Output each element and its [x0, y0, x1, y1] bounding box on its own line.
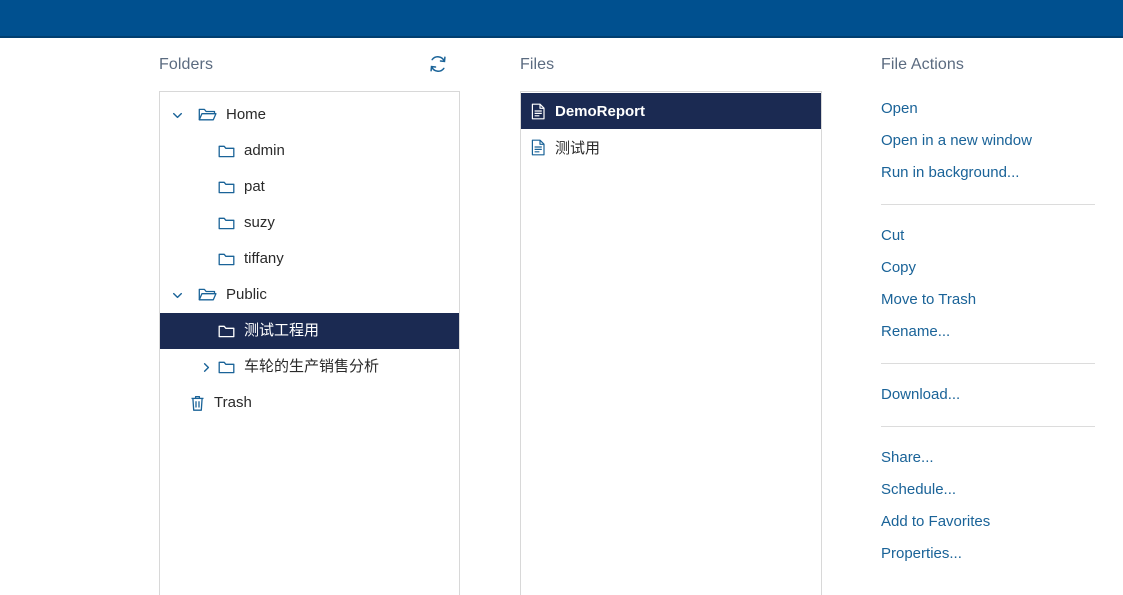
- folder-icon: [218, 324, 235, 339]
- folder-tree-item-label: Trash: [214, 394, 252, 411]
- folder-tree-item[interactable]: Home: [160, 97, 459, 133]
- folder-tree-item[interactable]: Trash: [160, 385, 459, 421]
- folders-panel-header: Folders: [159, 55, 460, 91]
- folder-tree-item[interactable]: Public: [160, 277, 459, 313]
- app-header-bar: [0, 0, 1123, 38]
- folder-tree-item[interactable]: tiffany: [160, 241, 459, 277]
- files-list-box: DemoReport 测试用: [520, 91, 822, 595]
- action-separator: [881, 363, 1095, 364]
- folder-tree: Home admin pat suzy tiffany Public 测试工程用…: [160, 92, 459, 421]
- folders-tree-box: Home admin pat suzy tiffany Public 测试工程用…: [159, 91, 460, 595]
- folder-tree-item[interactable]: 测试工程用: [160, 313, 459, 349]
- folder-tree-item-label: pat: [244, 178, 265, 195]
- trash-icon: [190, 395, 205, 412]
- file-action-link[interactable]: Run in background...: [881, 157, 1095, 189]
- folder-icon: [218, 360, 235, 375]
- app-window: Folders Home admin pat suzy tiffany Publ…: [0, 0, 1123, 595]
- folder-icon: [218, 180, 235, 195]
- file-action-link[interactable]: Download...: [881, 379, 1095, 411]
- action-separator: [881, 426, 1095, 427]
- folder-open-icon: [198, 287, 217, 303]
- folder-open-icon: [198, 107, 217, 123]
- folder-tree-item-label: Home: [226, 106, 267, 123]
- file-actions-panel: File Actions Open Open in a new window Run…: [881, 55, 1095, 570]
- folder-tree-item-label: 测试工程用: [244, 322, 320, 339]
- file-action-link[interactable]: Properties...: [881, 538, 1095, 570]
- file-list-item[interactable]: DemoReport: [521, 93, 821, 129]
- folder-tree-item[interactable]: admin: [160, 133, 459, 169]
- folders-panel: Folders Home admin pat suzy tiffany Publ…: [159, 55, 460, 595]
- document-icon: [531, 139, 546, 156]
- folder-tree-item-label: suzy: [244, 214, 275, 231]
- folder-tree-item[interactable]: 车轮的生产销售分析: [160, 349, 459, 385]
- file-action-link[interactable]: Copy: [881, 252, 1095, 284]
- files-panel: Files DemoReport 测试用: [520, 55, 822, 595]
- file-action-link[interactable]: Cut: [881, 220, 1095, 252]
- folder-icon: [218, 144, 235, 159]
- folder-tree-item-label: Public: [226, 286, 267, 303]
- file-list-item[interactable]: 测试用: [521, 129, 821, 165]
- files-panel-header: Files: [520, 55, 822, 91]
- files-panel-title: Files: [520, 56, 555, 73]
- refresh-icon[interactable]: [427, 53, 449, 75]
- action-separator: [881, 204, 1095, 205]
- file-actions-list: Open Open in a new window Run in backgroun…: [881, 91, 1095, 570]
- file-action-link[interactable]: Share...: [881, 442, 1095, 474]
- file-action-link[interactable]: Schedule...: [881, 474, 1095, 506]
- file-action-link[interactable]: Open: [881, 93, 1095, 125]
- folder-tree-item[interactable]: pat: [160, 169, 459, 205]
- folder-tree-item-label: admin: [244, 142, 285, 159]
- files-list: DemoReport 测试用: [521, 92, 821, 165]
- chevron-right-icon[interactable]: [198, 359, 214, 375]
- file-list-item-label: 测试用: [555, 139, 601, 157]
- folders-panel-title: Folders: [159, 56, 214, 73]
- folder-icon: [218, 216, 235, 231]
- folder-tree-item-label: tiffany: [244, 250, 284, 267]
- file-action-link[interactable]: Rename...: [881, 316, 1095, 348]
- folder-icon: [218, 252, 235, 267]
- file-list-item-label: DemoReport: [555, 102, 646, 120]
- file-action-link[interactable]: Add to Favorites: [881, 506, 1095, 538]
- folder-tree-item[interactable]: suzy: [160, 205, 459, 241]
- file-action-link[interactable]: Open in a new window: [881, 125, 1095, 157]
- chevron-down-icon[interactable]: [169, 287, 185, 303]
- document-icon: [531, 103, 546, 120]
- folder-tree-item-label: 车轮的生产销售分析: [244, 358, 380, 375]
- file-actions-panel-header: File Actions: [881, 55, 1095, 91]
- chevron-down-icon[interactable]: [169, 107, 185, 123]
- file-actions-panel-title: File Actions: [881, 56, 965, 73]
- file-action-link[interactable]: Move to Trash: [881, 284, 1095, 316]
